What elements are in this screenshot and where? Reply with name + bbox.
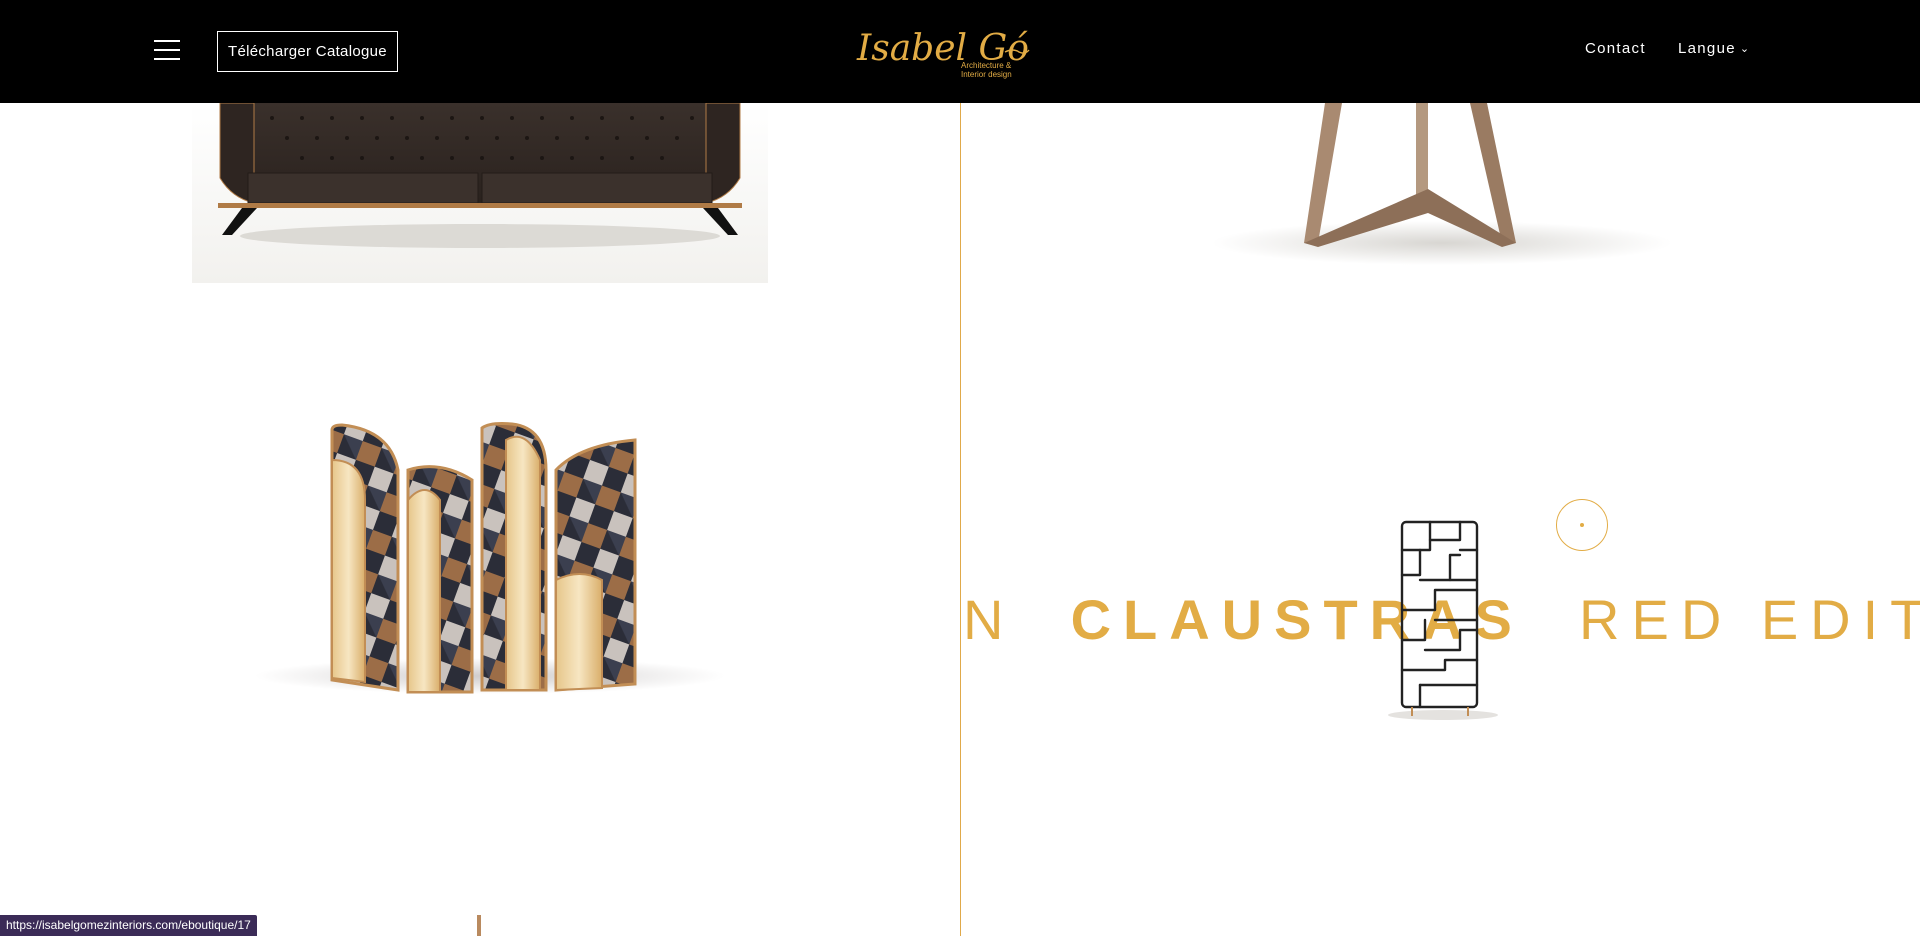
menu-line xyxy=(154,49,180,51)
language-label: Langue xyxy=(1678,40,1736,57)
circle-dot xyxy=(1580,523,1584,527)
nav-contact-link[interactable]: Contact xyxy=(1585,40,1646,57)
brand-logo[interactable]: Isabel Gómez Architecture & Interior des… xyxy=(855,18,1030,84)
download-catalog-button[interactable]: Télécharger Catalogue xyxy=(217,31,398,72)
page: Télécharger Catalogue Isabel Gómez Archi… xyxy=(0,0,1920,936)
logo-tagline-2: Interior design xyxy=(961,70,1012,79)
chevron-down-icon: ⌄ xyxy=(1739,43,1751,55)
browser-status-url: https://isabelgomezinteriors.com/eboutiq… xyxy=(0,915,257,936)
product-image-claustra[interactable] xyxy=(1360,510,1530,730)
language-dropdown[interactable]: Langue ⌄ xyxy=(1678,40,1750,57)
product-image-lamp-partial[interactable] xyxy=(470,915,490,936)
top-navigation-bar: Télécharger Catalogue Isabel Gómez Archi… xyxy=(0,0,1920,103)
product-image-table[interactable] xyxy=(1180,103,1700,268)
menu-line xyxy=(154,40,180,42)
column-divider xyxy=(960,103,961,936)
product-image-folding-screen[interactable] xyxy=(250,400,730,710)
product-image-sofa[interactable] xyxy=(192,103,768,283)
menu-line xyxy=(154,58,180,60)
title-prefix: N xyxy=(963,588,1016,651)
hamburger-menu-icon[interactable] xyxy=(154,40,180,60)
logo-tagline-1: Architecture & xyxy=(961,61,1012,70)
title-suffix: RED EDITION xyxy=(1579,588,1920,651)
circle-dot-icon[interactable] xyxy=(1556,499,1608,551)
